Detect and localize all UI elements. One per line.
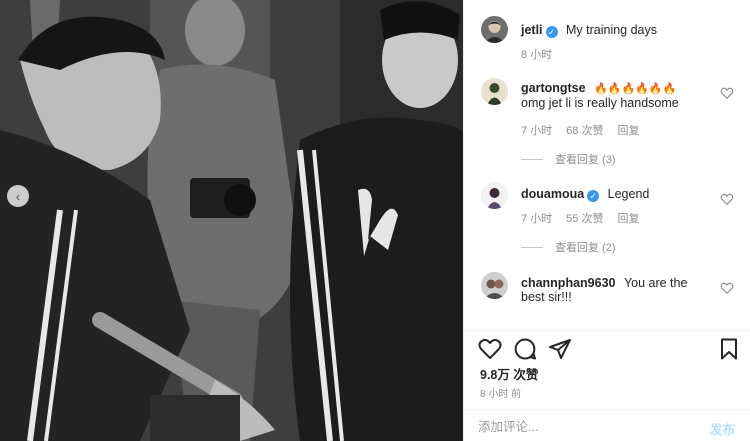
commenter-username[interactable]: channphan9630 bbox=[521, 276, 615, 290]
comment-bubble-icon[interactable] bbox=[513, 337, 537, 361]
commenter-avatar[interactable] bbox=[481, 272, 508, 299]
heart-icon[interactable] bbox=[478, 337, 502, 361]
chevron-left-icon: ‹ bbox=[15, 188, 21, 204]
comment-text: Legend bbox=[607, 187, 650, 201]
like-comment-heart-icon[interactable] bbox=[720, 281, 734, 295]
post-caption: jetli ✓ My training days 8 小时 bbox=[464, 16, 750, 66]
commenter-avatar[interactable] bbox=[481, 78, 508, 105]
comment-item: gartongtse 🔥🔥🔥🔥🔥🔥 omg jet li is really h… bbox=[464, 78, 750, 168]
caption-text: My training days bbox=[566, 23, 658, 37]
comment-text: You are the bbox=[623, 276, 688, 290]
add-comment-bar: 发布 bbox=[464, 409, 750, 441]
caption-time: 8 小时 bbox=[521, 49, 553, 61]
post-photo[interactable]: ‹ bbox=[0, 0, 463, 441]
post-comment-button[interactable]: 发布 bbox=[710, 419, 735, 438]
comment-item: douamoua ✓ Legend 7 小时 55 次赞 回复 查看回复 (2) bbox=[464, 182, 750, 257]
commenter-username[interactable]: gartongtse bbox=[521, 81, 586, 95]
reply-button[interactable]: 回复 bbox=[617, 213, 639, 225]
view-replies-button[interactable]: 查看回复 (3) bbox=[521, 151, 616, 167]
comment-item: channphan9630 You are the best sir!!! bbox=[464, 272, 750, 330]
verified-badge-icon: ✓ bbox=[587, 190, 600, 202]
author-avatar[interactable] bbox=[481, 16, 508, 43]
post-timestamp: 8 小时 前 bbox=[480, 389, 522, 400]
comment-time: 7 小时 bbox=[521, 125, 553, 137]
commenter-avatar[interactable] bbox=[481, 182, 508, 209]
paper-plane-icon[interactable] bbox=[548, 337, 572, 361]
reply-button[interactable]: 回复 bbox=[617, 125, 639, 137]
comment-time: 7 小时 bbox=[521, 213, 553, 225]
author-username[interactable]: jetli bbox=[521, 23, 543, 37]
comment-text-line2: best sir!!! bbox=[521, 290, 572, 304]
comment-text-line2: omg jet li is really handsome bbox=[521, 96, 679, 110]
divider bbox=[521, 158, 543, 160]
likes-count[interactable]: 9.8万 次赞 bbox=[480, 364, 538, 383]
comment-text: 🔥🔥🔥🔥🔥🔥 bbox=[594, 83, 677, 95]
view-replies-button[interactable]: 查看回复 (2) bbox=[521, 239, 616, 255]
view-replies-label: 查看回复 (2) bbox=[555, 242, 616, 254]
add-comment-input[interactable] bbox=[478, 418, 678, 436]
like-comment-heart-icon[interactable] bbox=[720, 86, 734, 100]
verified-badge-icon: ✓ bbox=[545, 26, 558, 38]
divider bbox=[521, 246, 543, 248]
comments-panel: jetli ✓ My training days 8 小时 gartongtse … bbox=[463, 0, 750, 441]
photo-illustration bbox=[0, 0, 463, 441]
commenter-username[interactable]: douamoua bbox=[521, 187, 584, 201]
bookmark-icon[interactable] bbox=[717, 337, 741, 361]
like-comment-heart-icon[interactable] bbox=[720, 192, 734, 206]
comment-likes[interactable]: 68 次赞 bbox=[566, 125, 603, 137]
post-action-bar: 9.8万 次赞 8 小时 前 发布 bbox=[464, 330, 750, 441]
view-replies-label: 查看回复 (3) bbox=[555, 154, 616, 166]
carousel-prev-button[interactable]: ‹ bbox=[7, 185, 29, 207]
comment-likes[interactable]: 55 次赞 bbox=[566, 213, 603, 225]
